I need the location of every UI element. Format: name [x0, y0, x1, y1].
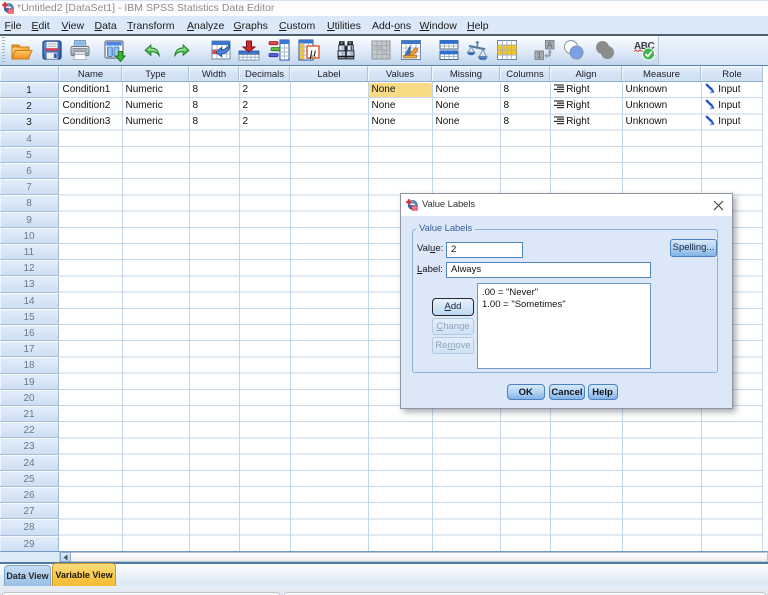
svg-text:A: A	[546, 41, 552, 50]
svg-text:μ: μ	[309, 45, 317, 60]
svg-text:1: 1	[537, 51, 542, 60]
